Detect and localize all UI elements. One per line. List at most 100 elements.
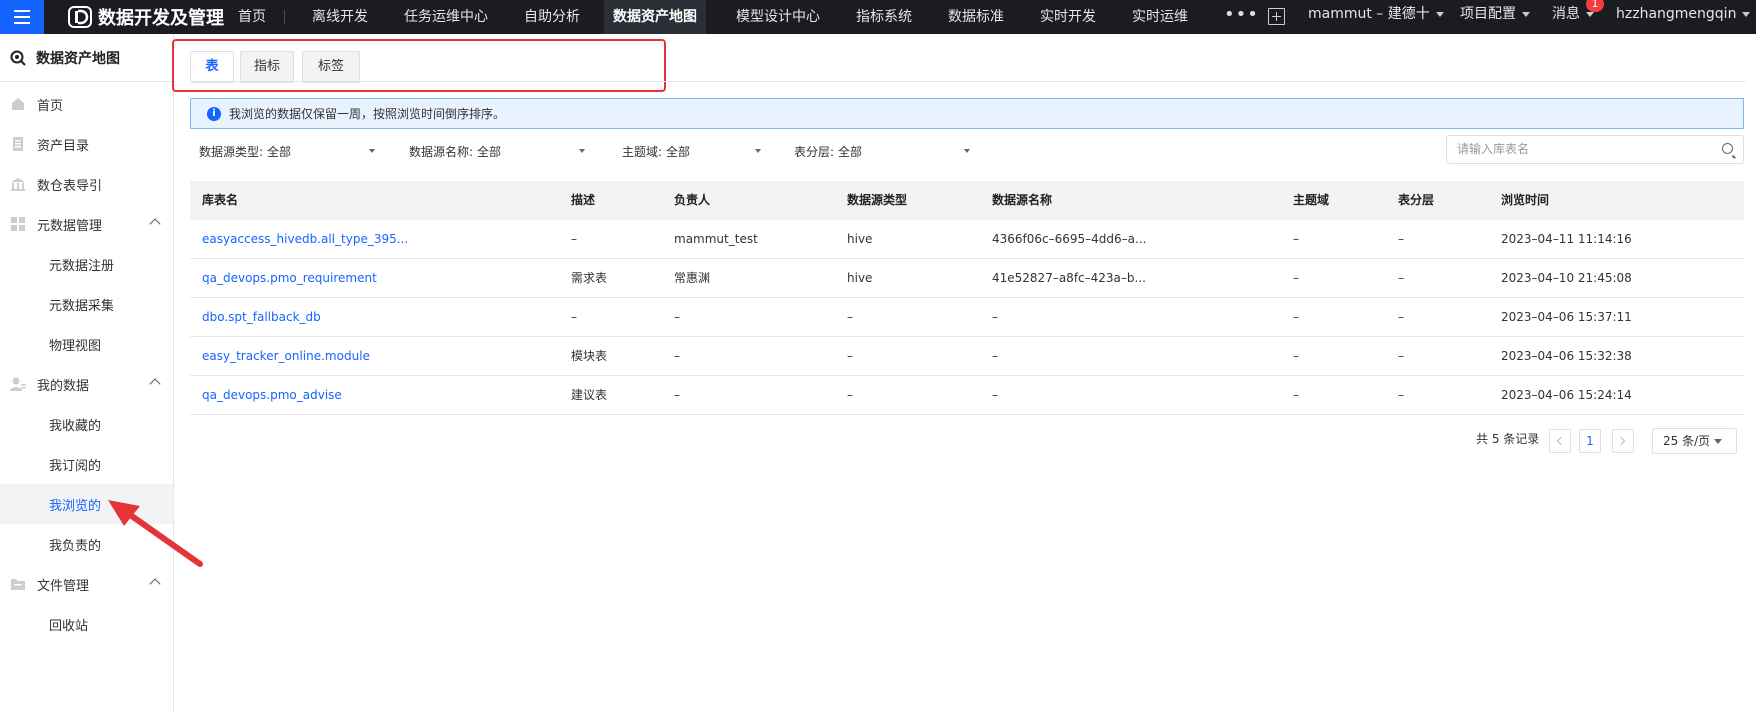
cell-owner: –	[674, 349, 680, 363]
cell-owner: –	[674, 310, 680, 324]
sidebar-item-label: 我订阅的	[49, 458, 102, 474]
table-row: easy_tracker_online.module 模块表 – – – – –…	[190, 337, 1744, 376]
sidebar-item-my-favorites[interactable]: 我收藏的	[0, 404, 173, 444]
page-size-label: 25 条/页	[1663, 434, 1711, 448]
sidebar-item-label: 首页	[37, 98, 64, 114]
table-row: qa_devops.pmo_advise 建议表 – – – – – 2023–…	[190, 376, 1744, 415]
table-row: easyaccess_hivedb.all_type_395... – mamm…	[190, 220, 1744, 259]
sidebar-item-metadata-register[interactable]: 元数据注册	[0, 244, 173, 284]
project-switcher[interactable]: mammut – 建德十	[1308, 0, 1444, 34]
filter-label: 表分层:	[794, 144, 835, 159]
sidebar-item-my-browsed[interactable]: 我浏览的	[0, 484, 173, 524]
cell-description: 模块表	[571, 349, 608, 363]
table-name-link[interactable]: qa_devops.pmo_advise	[202, 376, 342, 415]
next-page-button[interactable]	[1612, 429, 1634, 453]
cell-browse-time: 2023–04–06 15:32:38	[1501, 349, 1632, 363]
cell-source-type: hive	[847, 271, 873, 285]
sidebar-item-recycle-bin[interactable]: 回收站	[0, 604, 173, 644]
page-size-select[interactable]: 25 条/页	[1652, 428, 1737, 454]
more-icon[interactable]: •••	[1224, 0, 1259, 34]
warehouse-icon	[11, 178, 25, 191]
cell-table-layer: –	[1398, 388, 1404, 402]
col-source-type: 数据源类型	[847, 193, 908, 207]
sidebar-item-label: 物理视图	[49, 338, 102, 354]
cell-description: –	[571, 232, 577, 246]
filter-label: 数据源类型:	[199, 144, 264, 159]
cell-source-name: –	[992, 388, 998, 402]
sidebar-item-label: 我收藏的	[49, 418, 102, 434]
cell-source-name: –	[992, 310, 998, 324]
filter-source-type[interactable]: 数据源类型: 全部	[199, 138, 377, 164]
nav-item-home[interactable]: 首页	[238, 0, 266, 34]
col-subject-domain: 主题域	[1293, 193, 1330, 207]
add-icon[interactable]	[1268, 8, 1285, 25]
sidebar-item-asset-catalog[interactable]: 资产目录	[0, 124, 173, 164]
nav-item-self-analysis[interactable]: 自助分析	[524, 0, 580, 34]
brand-title: 数据开发及管理	[98, 8, 224, 29]
search-input[interactable]: 请输入库表名	[1446, 135, 1744, 164]
tab-metric[interactable]: 指标	[240, 51, 294, 83]
sidebar-item-my-data[interactable]: 我的数据	[0, 364, 173, 404]
sidebar-item-label: 文件管理	[37, 578, 90, 594]
nav-item-realtime-ops[interactable]: 实时运维	[1132, 0, 1188, 34]
sidebar-item-file-management[interactable]: 文件管理	[0, 564, 173, 604]
sidebar-item-my-subscriptions[interactable]: 我订阅的	[0, 444, 173, 484]
cell-browse-time: 2023–04–06 15:24:14	[1501, 388, 1632, 402]
cell-subject-domain: –	[1293, 388, 1299, 402]
filter-label: 主题域:	[622, 144, 663, 159]
filter-source-name[interactable]: 数据源名称: 全部	[409, 138, 589, 164]
page-number-button[interactable]: 1	[1579, 429, 1601, 453]
sidebar-item-label: 元数据采集	[49, 298, 115, 314]
filter-label: 数据源名称:	[409, 144, 474, 159]
sidebar-item-label: 元数据注册	[49, 258, 115, 274]
menu-icon[interactable]	[0, 0, 44, 34]
table-name-link[interactable]: qa_devops.pmo_requirement	[202, 259, 377, 298]
sidebar-item-warehouse-guide[interactable]: 数仓表导引	[0, 164, 173, 204]
cell-subject-domain: –	[1293, 271, 1299, 285]
sidebar-item-my-owned[interactable]: 我负责的	[0, 524, 173, 564]
nav-item-task-ops[interactable]: 任务运维中心	[404, 0, 488, 34]
messages-label: 消息	[1552, 6, 1580, 22]
chevron-up-icon	[149, 218, 161, 230]
project-name: mammut – 建德十	[1308, 6, 1430, 22]
grid-icon	[11, 217, 25, 231]
table-name-link[interactable]: easy_tracker_online.module	[202, 337, 370, 376]
sidebar-item-metadata-collect[interactable]: 元数据采集	[0, 284, 173, 324]
project-config-menu[interactable]: 项目配置	[1460, 0, 1530, 34]
nav-item-offline-dev[interactable]: 离线开发	[312, 0, 368, 34]
table-name-link[interactable]: easyaccess_hivedb.all_type_395...	[202, 220, 408, 259]
prev-page-button[interactable]	[1549, 429, 1571, 453]
cell-owner: 常惠渊	[674, 271, 711, 285]
filter-subject-domain[interactable]: 主题域: 全部	[622, 138, 764, 164]
table-name-link[interactable]: dbo.spt_fallback_db	[202, 298, 321, 337]
nav-item-model-design[interactable]: 模型设计中心	[736, 0, 820, 34]
cell-table-layer: –	[1398, 232, 1404, 246]
table-row: qa_devops.pmo_requirement 需求表 常惠渊 hive 4…	[190, 259, 1744, 298]
sidebar-item-label: 我负责的	[49, 538, 102, 554]
sidebar-title: 数据资产地图	[0, 34, 173, 82]
sidebar-item-home[interactable]: 首页	[0, 84, 173, 124]
cell-description: 建议表	[571, 388, 608, 402]
pagination-total: 共 5 条记录	[1476, 432, 1540, 446]
cell-subject-domain: –	[1293, 349, 1299, 363]
cell-source-type: hive	[847, 232, 873, 246]
tab-tag[interactable]: 标签	[302, 51, 360, 83]
col-browse-time: 浏览时间	[1501, 193, 1550, 207]
brand[interactable]: 数据开发及管理	[68, 4, 224, 30]
info-banner: i 我浏览的数据仅保留一周，按照浏览时间倒序排序。	[190, 98, 1744, 129]
search-placeholder: 请输入库表名	[1457, 142, 1530, 156]
sidebar-item-metadata-management[interactable]: 元数据管理	[0, 204, 173, 244]
nav-item-metrics[interactable]: 指标系统	[856, 0, 912, 34]
tab-table[interactable]: 表	[190, 51, 234, 83]
filter-table-layer[interactable]: 表分层: 全部	[794, 138, 972, 164]
nav-item-asset-map[interactable]: 数据资产地图	[604, 0, 706, 34]
user-menu[interactable]: hzzhangmengqin	[1616, 0, 1751, 34]
user-icon	[10, 377, 26, 391]
chevron-down-icon	[1742, 11, 1751, 17]
sidebar-item-physical-view[interactable]: 物理视图	[0, 324, 173, 364]
search-icon[interactable]	[1722, 143, 1733, 154]
nav-item-data-standard[interactable]: 数据标准	[948, 0, 1004, 34]
nav-item-realtime-dev[interactable]: 实时开发	[1040, 0, 1096, 34]
chevron-down-icon	[964, 149, 970, 153]
sidebar-item-label: 元数据管理	[37, 218, 103, 234]
